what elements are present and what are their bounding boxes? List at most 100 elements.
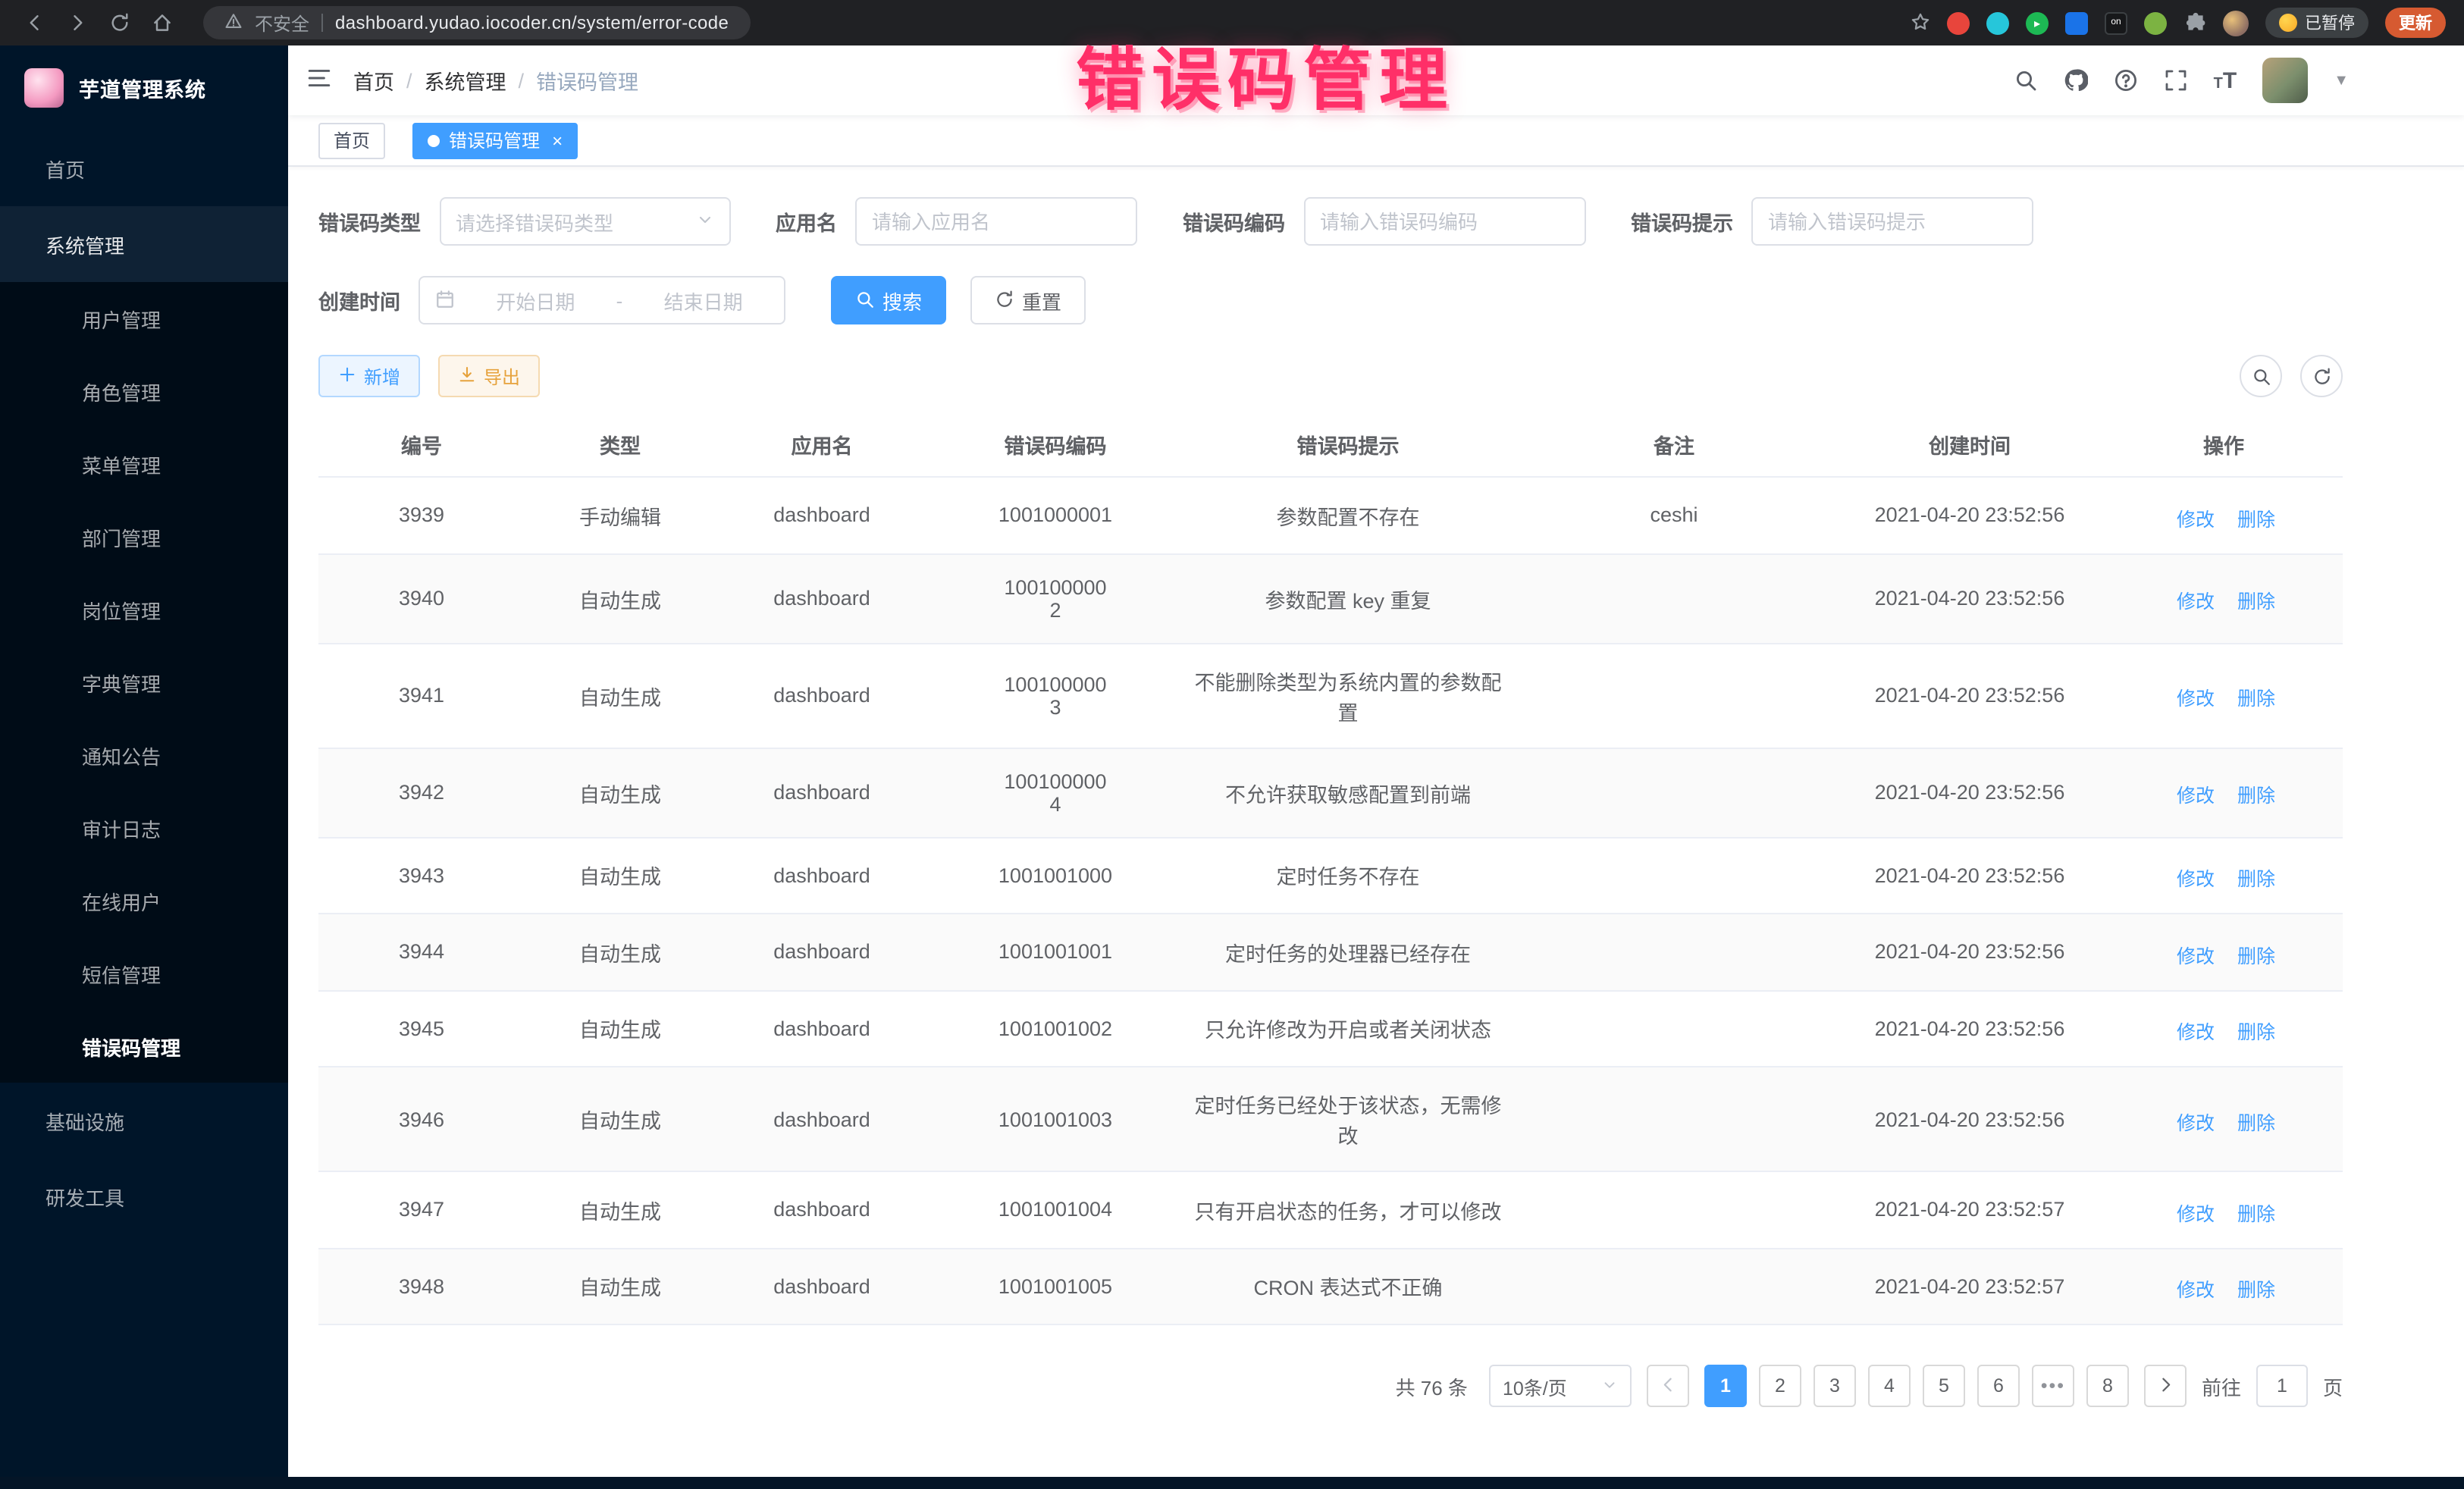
extension-icon-red[interactable] [1947, 11, 1970, 34]
cell-id: 3948 [318, 1248, 525, 1324]
app-logo[interactable]: 芋道管理系统 [0, 45, 288, 130]
browser-reload-icon[interactable] [103, 11, 136, 35]
edit-link[interactable]: 修改 [2172, 1107, 2215, 1136]
view-tab[interactable]: 错误码管理× [412, 122, 578, 158]
header-search-icon[interactable] [2014, 68, 2038, 92]
cell-hint: 定时任务不存在 [1183, 837, 1513, 914]
cell-id: 3944 [318, 914, 525, 990]
column-header: 编号 [318, 412, 525, 477]
github-icon[interactable] [2064, 68, 2088, 92]
sidebar-item-system[interactable]: 系统管理 [0, 206, 288, 282]
delete-link[interactable]: 删除 [2233, 939, 2275, 968]
edit-link[interactable]: 修改 [2172, 863, 2215, 892]
sidebar-item-user[interactable]: 用户管理 [0, 282, 288, 355]
view-tab[interactable]: 首页 [318, 122, 385, 158]
edit-link[interactable]: 修改 [2172, 1197, 2215, 1226]
sidebar-item-errcode[interactable]: 错误码管理 [0, 1010, 288, 1083]
delete-link[interactable]: 删除 [2233, 683, 2275, 712]
browser-profile-avatar[interactable] [2223, 10, 2249, 36]
user-avatar[interactable] [2262, 58, 2308, 103]
edit-link[interactable]: 修改 [2172, 683, 2215, 712]
edit-link[interactable]: 修改 [2172, 586, 2215, 615]
font-size-icon[interactable]: TT [2214, 67, 2237, 93]
delete-link[interactable]: 删除 [2233, 1197, 2275, 1226]
cell-app: dashboard [716, 1171, 928, 1248]
browser-back-icon[interactable] [18, 11, 52, 35]
error-code-input[interactable] [1303, 197, 1585, 246]
bookmark-star-icon[interactable] [1911, 11, 1930, 34]
sidebar-item-post[interactable]: 岗位管理 [0, 573, 288, 646]
update-button[interactable]: 更新 [2385, 8, 2446, 38]
search-button[interactable]: 搜索 [831, 276, 946, 324]
app-name-input[interactable] [855, 197, 1137, 246]
delete-link[interactable]: 删除 [2233, 503, 2275, 531]
extension-icon-on[interactable]: on [2105, 11, 2127, 34]
cell-hint: 只允许修改为开启或者关闭状态 [1183, 990, 1513, 1067]
pager-ellipsis[interactable]: ••• [2032, 1365, 2074, 1407]
caret-down-icon[interactable]: ▼ [2334, 72, 2349, 89]
sidebar-item-online[interactable]: 在线用户 [0, 864, 288, 937]
browser-forward-icon[interactable] [61, 11, 94, 35]
delete-link[interactable]: 删除 [2233, 1016, 2275, 1045]
sidebar-item-infra[interactable]: 基础设施 [0, 1083, 288, 1158]
extension-icon-teal[interactable] [1986, 11, 2009, 34]
goto-page-input[interactable] [2256, 1365, 2308, 1407]
toggle-search-button[interactable] [2240, 355, 2282, 397]
cell-hint: 定时任务的处理器已经存在 [1183, 914, 1513, 990]
cell-type: 自动生成 [525, 1248, 716, 1324]
pager-page-1[interactable]: 1 [1704, 1365, 1747, 1407]
extension-icon-blue[interactable] [2065, 11, 2088, 34]
cell-type: 自动生成 [525, 553, 716, 643]
sidebar-item-dict[interactable]: 字典管理 [0, 646, 288, 719]
extensions-puzzle-icon[interactable] [2183, 11, 2206, 34]
refresh-table-button[interactable] [2300, 355, 2343, 397]
delete-link[interactable]: 删除 [2233, 1274, 2275, 1302]
pager-page-4[interactable]: 4 [1868, 1365, 1911, 1407]
reset-button[interactable]: 重置 [970, 276, 1086, 324]
cell-remark [1513, 553, 1835, 643]
edit-link[interactable]: 修改 [2172, 1016, 2215, 1045]
address-bar[interactable]: 不安全 dashboard.yudao.iocoder.cn/system/er… [203, 6, 750, 39]
pager-page-5[interactable]: 5 [1923, 1365, 1965, 1407]
breadcrumb-item[interactable]: 首页 [353, 65, 394, 96]
pager-page-6[interactable]: 6 [1977, 1365, 2020, 1407]
sidebar-item-home[interactable]: 首页 [0, 130, 288, 206]
extension-icon-leaf[interactable] [2144, 11, 2167, 34]
browser-home-icon[interactable] [146, 11, 179, 35]
error-type-select[interactable]: 请选择错误码类型 [439, 197, 730, 246]
help-icon[interactable] [2114, 68, 2138, 92]
main-area: 首页/系统管理/错误码管理 TT ▼ 首页错误码管理× 错误码类型 [288, 45, 2464, 1477]
fullscreen-icon[interactable] [2164, 68, 2188, 92]
delete-link[interactable]: 删除 [2233, 586, 2275, 615]
sidebar-item-notice[interactable]: 通知公告 [0, 719, 288, 792]
edit-link[interactable]: 修改 [2172, 780, 2215, 809]
sidebar-item-audit[interactable]: 审计日志 [0, 792, 288, 864]
extension-icon-green[interactable]: ▸ [2026, 11, 2049, 34]
edit-link[interactable]: 修改 [2172, 939, 2215, 968]
paused-badge[interactable]: 已暂停 [2265, 8, 2368, 38]
edit-link[interactable]: 修改 [2172, 503, 2215, 531]
delete-link[interactable]: 删除 [2233, 780, 2275, 809]
pager-page-2[interactable]: 2 [1759, 1365, 1801, 1407]
download-icon [458, 365, 476, 387]
sidebar-item-menu[interactable]: 菜单管理 [0, 428, 288, 500]
delete-link[interactable]: 删除 [2233, 863, 2275, 892]
page-size-select[interactable]: 10条/页 [1489, 1365, 1632, 1407]
sidebar-item-dept[interactable]: 部门管理 [0, 500, 288, 573]
export-button[interactable]: 导出 [438, 355, 540, 397]
delete-link[interactable]: 删除 [2233, 1107, 2275, 1136]
edit-link[interactable]: 修改 [2172, 1274, 2215, 1302]
sidebar-item-tools[interactable]: 研发工具 [0, 1158, 288, 1234]
date-range-picker[interactable]: 开始日期 - 结束日期 [419, 276, 785, 324]
close-icon[interactable]: × [552, 130, 563, 151]
add-button[interactable]: 新增 [318, 355, 420, 397]
pager-page-8[interactable]: 8 [2086, 1365, 2129, 1407]
sidebar-item-role[interactable]: 角色管理 [0, 355, 288, 428]
error-hint-input[interactable] [1751, 197, 2033, 246]
breadcrumb-item[interactable]: 系统管理 [425, 65, 506, 96]
hamburger-icon[interactable] [306, 65, 332, 96]
sidebar-item-sms[interactable]: 短信管理 [0, 937, 288, 1010]
pager-page-3[interactable]: 3 [1814, 1365, 1856, 1407]
pager-prev-button[interactable] [1647, 1365, 1689, 1407]
pager-next-button[interactable] [2144, 1365, 2187, 1407]
